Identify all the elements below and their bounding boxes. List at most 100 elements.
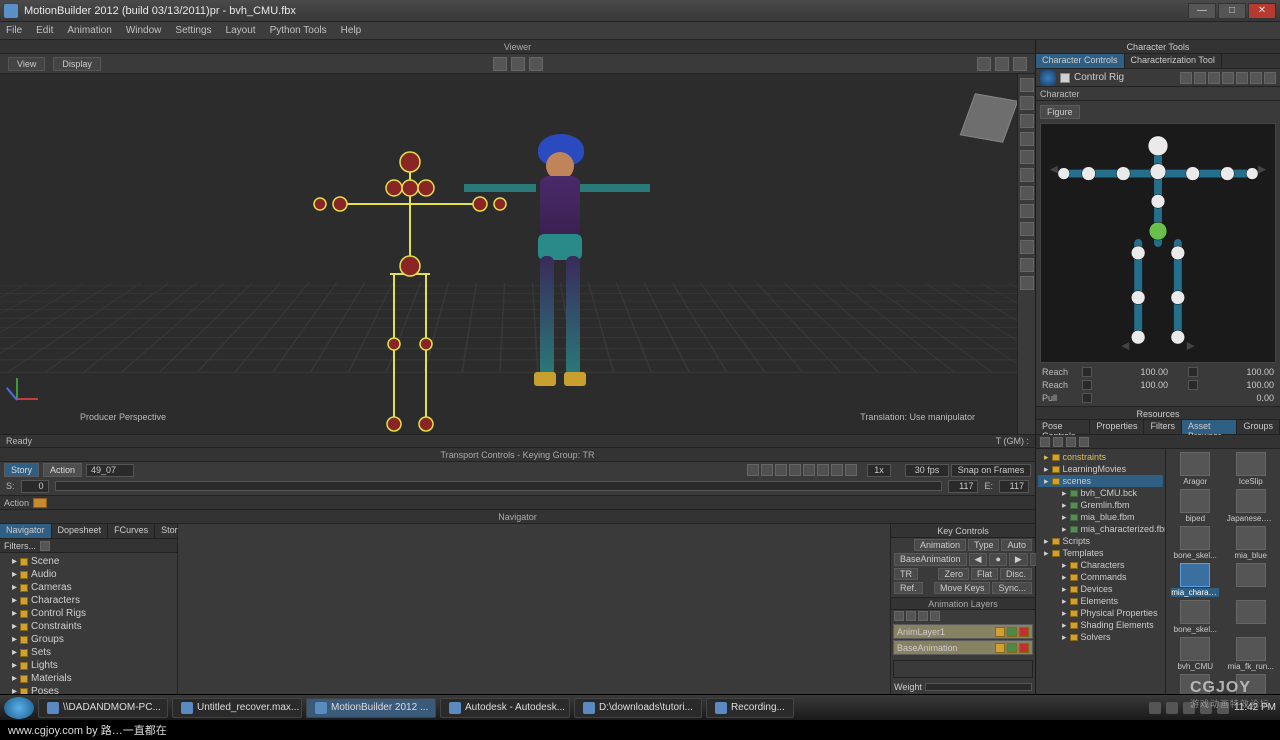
figure-tab[interactable]: Figure [1040,105,1080,119]
tray-icon-2[interactable] [1166,702,1178,714]
action-clip[interactable] [33,498,47,508]
movekeys-btn[interactable]: Move Keys [934,582,991,594]
tray-icon-5[interactable] [1217,702,1229,714]
asset-tree-item[interactable]: ▸scenes [1038,475,1163,487]
asset-tree-item[interactable]: ▸Gremlin.fbm [1038,499,1163,511]
action-tab[interactable]: Action [43,463,82,477]
tool5-icon[interactable] [1020,150,1034,164]
story-tab[interactable]: Story [4,463,39,477]
pull-check[interactable] [1082,393,1092,403]
tool12-icon[interactable] [1020,276,1034,290]
menu-layout[interactable]: Layout [226,25,256,36]
dolly-icon[interactable] [529,57,543,71]
asset-thumb[interactable] [1225,563,1278,597]
goto-start-icon[interactable] [747,464,759,476]
tray-icon-3[interactable] [1183,702,1195,714]
asset-thumb[interactable]: bvh_CMU [1169,637,1222,671]
step-back-icon[interactable] [761,464,773,476]
cr-icon-7[interactable] [1264,72,1276,84]
range-start[interactable]: 0 [21,480,49,493]
tree-item-materials[interactable]: ▸Materials [4,672,173,685]
task-2[interactable]: Untitled_recover.max... [172,698,302,718]
play-back-icon[interactable] [775,464,787,476]
goto-end-icon[interactable] [831,464,843,476]
tr-mode[interactable]: TR [894,568,918,580]
disc-btn[interactable]: Disc. [1000,568,1032,580]
cr-icon-3[interactable] [1208,72,1220,84]
layertool4-icon[interactable] [930,611,940,621]
flat-btn[interactable]: Flat [971,568,998,580]
task-1[interactable]: \\DADANDMOM-PC... [38,698,168,718]
tool11-icon[interactable] [1020,258,1034,272]
viewport-3d[interactable]: Producer Perspective Translation: Use ma… [0,74,1035,434]
tool7-icon[interactable] [1020,186,1034,200]
set-key-icon[interactable]: ● [989,553,1006,566]
take-field[interactable]: 49_07 [86,464,134,477]
tree-item-cameras[interactable]: ▸Cameras [4,581,173,594]
asset-thumb[interactable]: mia_characterized [1169,563,1222,597]
tab-navigator[interactable]: Navigator [0,524,52,538]
ab-tool1-icon[interactable] [1040,437,1050,447]
tool-rotate-icon[interactable] [1020,114,1034,128]
toggle-icon-2[interactable] [995,57,1009,71]
start-button[interactable] [4,697,34,719]
ab-tool4-icon[interactable] [1079,437,1089,447]
menu-file[interactable]: File [6,25,22,36]
asset-tree-item[interactable]: ▸mia_blue.fbm [1038,511,1163,523]
character-mesh[interactable] [490,134,630,414]
asset-thumb[interactable]: mia_rigged [1225,674,1278,694]
play-icon[interactable] [803,464,815,476]
timeline[interactable] [55,481,943,491]
tree-item-poses[interactable]: ▸Poses [4,685,173,694]
tree-item-characters[interactable]: ▸Characters [4,594,173,607]
toggle-icon-3[interactable] [1013,57,1027,71]
cr-icon-6[interactable] [1250,72,1262,84]
tree-item-constraints[interactable]: ▸Constraints [4,620,173,633]
asset-tree-item[interactable]: ▸Characters [1038,559,1163,571]
tool-scale-icon[interactable] [1020,132,1034,146]
tab-posecontrols[interactable]: Pose Controls [1036,420,1090,434]
tool6-icon[interactable] [1020,168,1034,182]
tool10-icon[interactable] [1020,240,1034,254]
tray-icon-1[interactable] [1149,702,1161,714]
asset-thumb[interactable]: Aragor [1169,452,1222,486]
tab-dopesheet[interactable]: Dopesheet [52,524,109,538]
character-dropdown[interactable]: Character [1040,89,1080,99]
menu-animation[interactable]: Animation [67,25,111,36]
tool8-icon[interactable] [1020,204,1034,218]
asset-thumb[interactable]: biped [1169,489,1222,523]
asset-tree-item[interactable]: ▸Commands [1038,571,1163,583]
tree-item-sets[interactable]: ▸Sets [4,646,173,659]
viewcube[interactable] [960,93,1019,143]
sync-btn[interactable]: Sync... [992,582,1032,594]
pan-icon[interactable] [511,57,525,71]
tab-fcurves[interactable]: FCurves [108,524,155,538]
tool-select-icon[interactable] [1020,78,1034,92]
tree-item-audio[interactable]: ▸Audio [4,568,173,581]
tree-item-lights[interactable]: ▸Lights [4,659,173,672]
dellayer-icon[interactable] [906,611,916,621]
asset-thumb[interactable]: bone_skel... [1169,526,1222,560]
task-5[interactable]: D:\downloads\tutori... [574,698,702,718]
asset-tree-item[interactable]: ▸Shading Elements [1038,619,1163,631]
tool9-icon[interactable] [1020,222,1034,236]
reach-check-1[interactable] [1082,367,1092,377]
tab-characterization[interactable]: Characterization Tool [1125,54,1222,68]
layertool3-icon[interactable] [918,611,928,621]
task-3[interactable]: MotionBuilder 2012 ... [306,698,436,718]
menu-settings[interactable]: Settings [175,25,211,36]
step-fwd-icon[interactable] [817,464,829,476]
ctrlrig-checkbox[interactable] [1060,73,1070,83]
tree-item-control rigs[interactable]: ▸Control Rigs [4,607,173,620]
asset-tree-item[interactable]: ▸bvh_CMU.bck [1038,487,1163,499]
tab-char-controls[interactable]: Character Controls [1036,54,1125,68]
layer-baseanimation[interactable]: BaseAnimation [893,640,1033,655]
asset-tree-item[interactable]: ▸mia_characterized.fbm [1038,523,1163,535]
asset-thumb[interactable]: IceSlip [1225,452,1278,486]
asset-tree-item[interactable]: ▸Elements [1038,595,1163,607]
tree-item-scene[interactable]: ▸Scene [4,555,173,568]
tab-filters[interactable]: Filters [1144,420,1182,434]
loop-mode[interactable]: 1x [867,464,891,477]
snap-field[interactable]: Snap on Frames [951,464,1031,477]
range-end2[interactable]: 117 [999,480,1029,493]
